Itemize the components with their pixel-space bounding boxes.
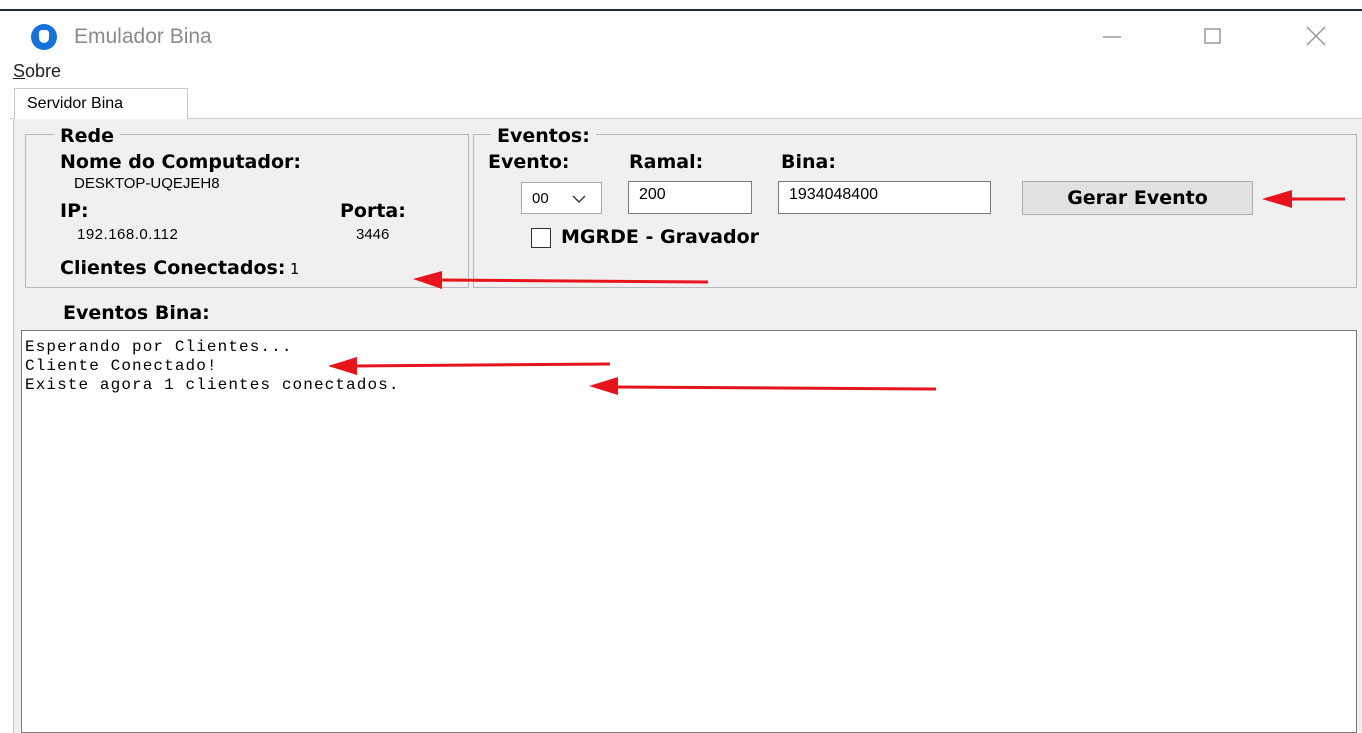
menu-sobre-mnemonic: S xyxy=(13,61,26,81)
menu-sobre-label: obre xyxy=(25,61,62,81)
log-line: Existe agora 1 clientes conectados. xyxy=(25,376,400,394)
eventos-bina-label: Eventos Bina: xyxy=(63,302,210,324)
mgrde-checkbox[interactable] xyxy=(531,228,551,248)
log-line: Cliente Conectado! xyxy=(25,357,218,375)
close-icon xyxy=(1306,26,1326,46)
window-title: Emulador Bina xyxy=(74,25,212,48)
computer-name-value: DESKTOP-UQEJEH8 xyxy=(74,175,220,192)
bina-input[interactable]: 1934048400 xyxy=(778,181,991,214)
rede-legend: Rede xyxy=(54,125,121,147)
close-button[interactable] xyxy=(1286,16,1346,56)
gerar-evento-button[interactable]: Gerar Evento xyxy=(1022,181,1253,215)
eventos-legend: Eventos: xyxy=(491,125,596,147)
app-icon xyxy=(31,24,57,50)
minimize-icon xyxy=(1103,36,1121,38)
evento-label: Evento: xyxy=(488,151,570,173)
ramal-label: Ramal: xyxy=(629,151,704,173)
maximize-button[interactable] xyxy=(1183,16,1243,56)
evento-select[interactable]: 00 xyxy=(521,182,602,214)
log-line: Esperando por Clientes... xyxy=(25,338,293,356)
screen-top-edge xyxy=(0,0,1362,11)
minimize-button[interactable] xyxy=(1082,16,1142,56)
ip-value: 192.168.0.112 xyxy=(77,226,179,243)
tab-servidor-bina[interactable]: Servidor Bina xyxy=(14,88,188,119)
maximize-icon xyxy=(1204,28,1221,44)
bina-label: Bina: xyxy=(781,151,836,173)
evento-select-value: 00 xyxy=(532,190,549,207)
chevron-down-icon xyxy=(572,195,586,203)
clients-connected-value: 1 xyxy=(289,260,299,278)
computer-name-label: Nome do Computador: xyxy=(60,151,301,173)
porta-value: 3446 xyxy=(356,226,390,243)
clients-connected: Clientes Conectados: 1 xyxy=(60,257,299,279)
menu-sobre[interactable]: Sobre xyxy=(13,61,61,82)
clients-connected-label: Clientes Conectados: xyxy=(60,257,286,279)
eventos-bina-log[interactable]: Esperando por Clientes... Cliente Conect… xyxy=(21,330,1357,733)
ramal-input[interactable]: 200 xyxy=(628,181,752,214)
ip-label: IP: xyxy=(60,200,89,222)
porta-label: Porta: xyxy=(340,200,406,222)
mgrde-label[interactable]: MGRDE - Gravador xyxy=(561,226,759,248)
